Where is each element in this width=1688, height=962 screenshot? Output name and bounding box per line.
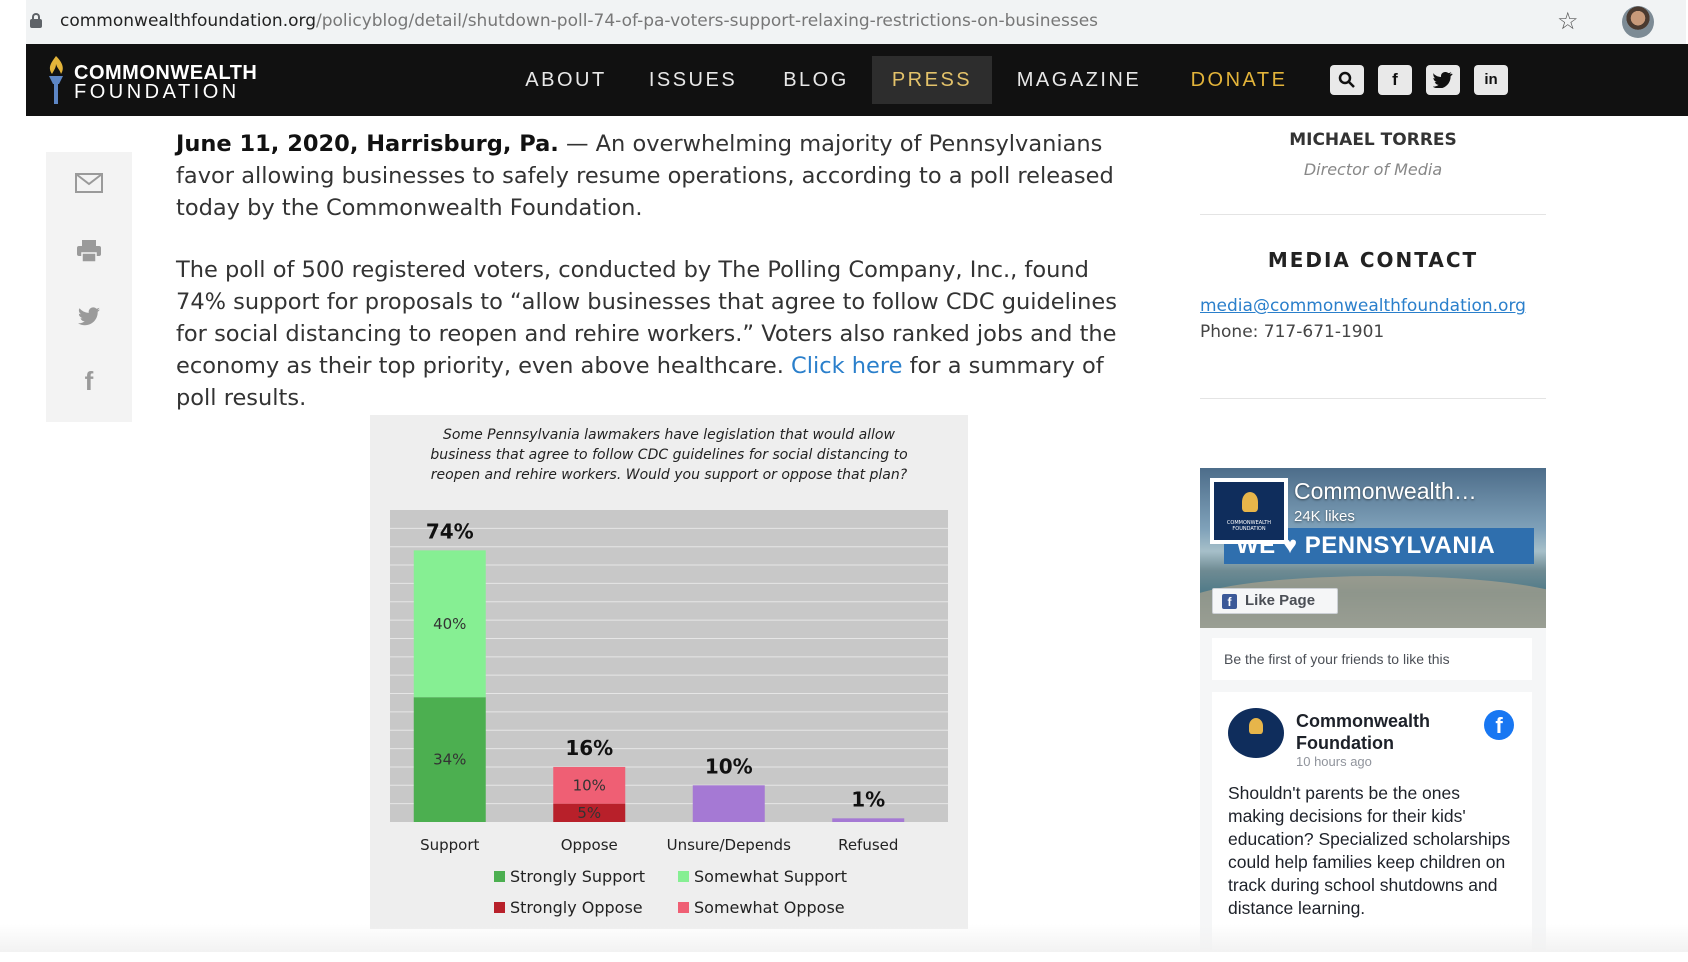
print-icon[interactable] [74, 236, 104, 266]
browser-url-bar[interactable]: commonwealthfoundation.org/policyblog/de… [26, 0, 1686, 44]
fb-post-time[interactable]: 10 hours ago [1296, 754, 1372, 769]
summary-link[interactable]: Click here [791, 353, 902, 379]
fb-friends-text: Be the first of your friends to like thi… [1212, 638, 1532, 680]
legend-label: Strongly Oppose [510, 898, 643, 917]
fb-like-page-button[interactable]: f Like Page [1212, 588, 1338, 614]
facebook-icon[interactable]: f [74, 366, 104, 396]
media-phone: Phone: 717-671-1901 [1200, 322, 1385, 342]
legend-swatch [678, 871, 689, 882]
category-label: Oppose [561, 836, 618, 854]
total-label: 16% [565, 736, 613, 760]
article-body: June 11, 2020, Harrisburg, Pa. — An over… [176, 128, 1146, 444]
total-label: 74% [426, 519, 474, 543]
segment-label: 5% [577, 804, 601, 822]
page-bottom-fade [0, 924, 1688, 952]
article-paragraph-2: The poll of 500 registered voters, condu… [176, 257, 1117, 411]
nav-about[interactable]: ABOUT [516, 44, 616, 116]
nav-issues[interactable]: ISSUES [638, 44, 748, 116]
total-label: 10% [705, 754, 753, 778]
fb-post-text: Shouldn't parents be the ones making dec… [1228, 783, 1511, 918]
site-logo[interactable]: COMMONWEALTH FOUNDATION [44, 52, 274, 108]
dateline: June 11, 2020, Harrisburg, Pa. [176, 131, 559, 157]
contact-role: Director of Media [1303, 160, 1443, 179]
share-sidebar: f [46, 152, 132, 422]
poll-chart: Some Pennsylvania lawmakers have legisla… [370, 415, 968, 929]
total-label: 1% [851, 787, 885, 811]
category-label: Refused [838, 836, 898, 854]
bar-segment [832, 818, 905, 822]
media-email-link[interactable]: media@commonwealthfoundation.org [1200, 296, 1526, 316]
facebook-icon[interactable]: f [1484, 710, 1514, 740]
fb-post-avatar[interactable] [1228, 708, 1284, 758]
bar-segment [692, 785, 765, 822]
nav-magazine[interactable]: MAGAZINE [1008, 44, 1150, 116]
legend-swatch [494, 871, 505, 882]
legend-label: Somewhat Oppose [694, 898, 845, 917]
email-icon[interactable] [74, 168, 104, 198]
url-text[interactable]: commonwealthfoundation.org/policyblog/de… [60, 11, 1098, 31]
nav-donate[interactable]: DONATE [1180, 44, 1298, 116]
legend-swatch [494, 902, 505, 913]
article-paragraph-1: June 11, 2020, Harrisburg, Pa. — An over… [176, 131, 1114, 221]
facebook-icon: f [1222, 594, 1237, 609]
contact-name: MICHAEL TORRES [1289, 130, 1457, 150]
divider [1200, 214, 1546, 215]
search-icon[interactable] [1330, 65, 1364, 95]
twitter-icon[interactable] [74, 302, 104, 332]
fb-cover-image[interactable]: WE ♥ PENNSYLVANIA COMMONWEALTH FOUNDATIO… [1200, 468, 1546, 628]
lock-icon [30, 13, 42, 29]
chart-svg: 34% 40% 74% Support 5% 10% 16% Oppose 10% Unsure/… [390, 510, 948, 917]
site-navigation: COMMONWEALTH FOUNDATION ABOUT ISSUES BLO… [26, 44, 1688, 116]
segment-label: 10% [573, 776, 606, 794]
legend-swatch [678, 902, 689, 913]
category-label: Unsure/Depends [667, 836, 791, 854]
fb-post-author[interactable]: Commonwealth Foundation [1296, 710, 1466, 754]
fb-page-logo[interactable]: COMMONWEALTH FOUNDATION [1210, 478, 1288, 544]
segment-label: 40% [433, 615, 466, 633]
twitter-icon[interactable] [1426, 65, 1460, 95]
bookmark-star-icon[interactable]: ☆ [1557, 7, 1579, 35]
fb-page-name[interactable]: Commonwealth… [1294, 478, 1477, 505]
segment-label: 34% [433, 751, 466, 769]
category-label: Support [420, 836, 479, 854]
nav-press[interactable]: PRESS [872, 56, 992, 104]
torch-icon [49, 56, 63, 104]
divider [1200, 398, 1546, 399]
profile-avatar[interactable] [1622, 6, 1654, 38]
linkedin-icon[interactable]: in [1474, 65, 1508, 95]
fb-post: Commonwealth Foundation 10 hours ago f S… [1212, 692, 1532, 962]
nav-blog[interactable]: BLOG [770, 44, 862, 116]
logo-line2: FOUNDATION [74, 81, 240, 103]
legend-label: Somewhat Support [694, 867, 847, 886]
media-contact-heading: MEDIA CONTACT [1267, 248, 1479, 272]
facebook-page-widget: WE ♥ PENNSYLVANIA COMMONWEALTH FOUNDATIO… [1200, 468, 1546, 962]
facebook-icon[interactable]: f [1378, 65, 1412, 95]
fb-like-count: 24K likes [1294, 508, 1355, 525]
legend-label: Strongly Support [510, 867, 645, 886]
